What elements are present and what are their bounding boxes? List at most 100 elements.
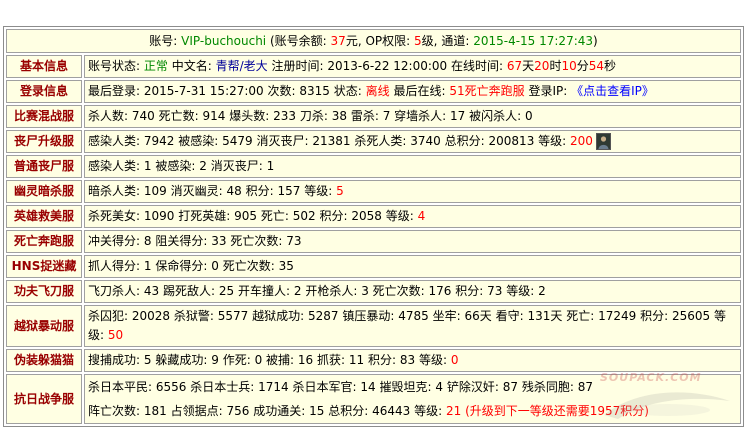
stat-key: 占领据点: [170, 404, 223, 418]
stat-key: 积分: [245, 184, 274, 198]
stat-value-part: 分 [576, 59, 589, 73]
stat-field: 死亡次数: 35 [223, 259, 294, 273]
stat-value: 5 [336, 184, 344, 198]
stat-key: 飞刀杀人: [88, 284, 141, 298]
stat-value: 1 [266, 159, 275, 173]
stat-field: 冲关得分: 8 [88, 234, 152, 248]
stat-value: VIP-buchouchi [181, 33, 267, 48]
knife-server-line: 飞刀杀人: 43 踢死敌人: 25 开车撞人: 2 开枪杀人: 3 死亡次数: … [88, 282, 737, 301]
stat-key: 作死: [222, 353, 251, 367]
stat-field: 开车撞人: 2 [238, 284, 302, 298]
stat-value: 1090 [143, 209, 175, 223]
stat-value: 756 [226, 404, 250, 418]
avatar-icon [595, 133, 611, 150]
stat-key: 登录IP: [528, 84, 568, 98]
stat-key: 开车撞人: [237, 284, 291, 298]
stat-value: 33 [211, 234, 227, 248]
stat-key: 死亡次数: [230, 234, 283, 248]
stat-field: 打死英雄: 905 [178, 209, 257, 223]
deathrun-server-label: 死亡奔跑服 [6, 230, 82, 253]
stat-field: 成功通关: 15 [253, 404, 324, 418]
stat-value: 5577 [217, 309, 249, 323]
stat-value: 35 [278, 259, 294, 273]
stat-key: 总积分: [444, 134, 485, 148]
view-ip-link[interactable]: 《点击查看IP》 [571, 84, 654, 98]
stat-key: 死亡: [260, 209, 289, 223]
stat-field: 积分: 2058 [319, 209, 381, 223]
stat-field: 等级: 2 [506, 284, 546, 298]
stat-key: 穿墙杀人: [394, 109, 447, 123]
stat-key: 被捕: [266, 353, 295, 367]
stat-field: 保命得分: 0 [155, 259, 219, 273]
stat-value: 1 [143, 259, 152, 273]
stat-field: 杀死美女: 1090 [88, 209, 174, 223]
stat-key: 打死英雄: [178, 209, 231, 223]
stat-key: OP权限: [365, 33, 411, 48]
stat-key: 最后在线: [393, 84, 446, 98]
stat-field: 最后在线: 51死亡奔跑服 [393, 84, 524, 98]
stat-value: 2015-7-31 15:27:00 [143, 84, 264, 98]
stat-value-part: 秒 [604, 59, 617, 73]
stat-key: 通道: [441, 33, 470, 48]
stat-field: 消灭丧尸: 21381 [257, 134, 351, 148]
stat-key: 镇压暴动: [342, 309, 395, 323]
zombie-level-server-stats: 感染人类: 7942 被感染: 5479 消灭丧尸: 21381 杀死人类: 3… [84, 130, 741, 153]
stat-field: 躲藏成功: 9 [155, 353, 219, 367]
account-stats-body: 账号: VIP-buchouchi (账号余额: 37元, OP权限: 5级, … [6, 29, 741, 424]
stat-value-part: 54 [588, 59, 605, 73]
stat-key: 等级: [418, 353, 448, 367]
login-info-label: 登录信息 [6, 80, 82, 103]
stat-field: 积分: 83 [368, 353, 415, 367]
stat-value: 20028 [131, 309, 171, 323]
stat-value: 109 [143, 184, 167, 198]
stat-key: 看守: [495, 309, 524, 323]
basic-info-stats: 账号状态: 正常 中文名: 青帮/老大 注册时间: 2013-6-22 12:0… [84, 55, 741, 78]
stat-key: 暗杀人类: [88, 184, 141, 198]
stat-key: 积分: [368, 353, 397, 367]
stat-field: 坐牢: 66天 [433, 309, 492, 323]
stat-field: 被感染: 2 [155, 159, 207, 173]
stat-field: 死亡: 502 [261, 209, 316, 223]
ghost-server-stats: 暗杀人类: 109 消灭幽灵: 48 积分: 157 等级: 5 [84, 180, 741, 203]
stat-value-part: 2015-4-15 17:27:43 [473, 33, 594, 48]
stat-field: 死亡: 17249 [566, 309, 636, 323]
stat-key: 摧毁坦克: [379, 380, 432, 394]
stat-key: 杀狱警: [173, 309, 214, 323]
stat-value: 5287 [308, 309, 339, 323]
stat-value: 46443 [372, 404, 411, 418]
basic-info-label: 基本信息 [6, 55, 82, 78]
stat-value: 87 [502, 380, 518, 394]
row-login-info: 登录信息 最后登录: 2015-7-31 15:27:00 次数: 8315 状态… [6, 80, 741, 103]
basic-info-line: 账号状态: 正常 中文名: 青帮/老大 注册时间: 2013-6-22 12:0… [88, 57, 737, 76]
stat-key: 踢死敌人: [162, 284, 216, 298]
stat-key: 注册时间: [271, 59, 324, 73]
stat-value: 16 [297, 353, 314, 367]
stat-value: 21381 [312, 134, 351, 148]
hns-server-label: HNS捉迷藏 [6, 255, 82, 278]
stat-field: 雷杀: 7 [351, 109, 391, 123]
stat-field: 爆头数: 233 [229, 109, 296, 123]
stat-value-part: 37 [330, 33, 346, 48]
war-server-line: 杀日本平民: 6556 杀日本士兵: 1714 杀日本军官: 14 摧毁坦克: … [88, 375, 737, 399]
stat-value: 37元, [331, 34, 362, 48]
stat-value: 4 [417, 209, 426, 223]
stat-field: 杀死人类: 3740 [354, 134, 440, 148]
stat-key: 杀死美女: [88, 209, 141, 223]
stat-key: 账号: [149, 33, 178, 48]
stat-field: 账号: VIP-buchouchi [149, 34, 266, 48]
stat-field: 等级: 5 [304, 184, 344, 198]
stat-key: 雷杀: [350, 109, 379, 123]
stat-value: 176 [428, 284, 452, 298]
hero-server-line: 杀死美女: 1090 打死英雄: 905 死亡: 502 积分: 2058 等级… [88, 207, 737, 226]
zombie-server-label: 普通丧尸服 [6, 155, 82, 178]
knife-server-label: 功夫飞刀服 [6, 280, 82, 303]
row-ghost-server: 幽灵暗杀服 暗杀人类: 109 消灭幽灵: 48 积分: 157 等级: 5 [6, 180, 741, 203]
stat-field: 总积分: 46443 [328, 404, 410, 418]
stat-key: 杀日本士兵: [190, 380, 255, 394]
stat-field: 感染人类: 7942 [88, 134, 174, 148]
stat-field: 死亡次数: 73 [230, 234, 301, 248]
account-summary: 账号: VIP-buchouchi (账号余额: 37元, OP权限: 5级, … [6, 29, 741, 53]
stat-field: 账号状态: 正常 [88, 59, 168, 73]
stat-field: 镇压暴动: 4785 [342, 309, 428, 323]
stat-value-part: 10 [561, 59, 577, 73]
